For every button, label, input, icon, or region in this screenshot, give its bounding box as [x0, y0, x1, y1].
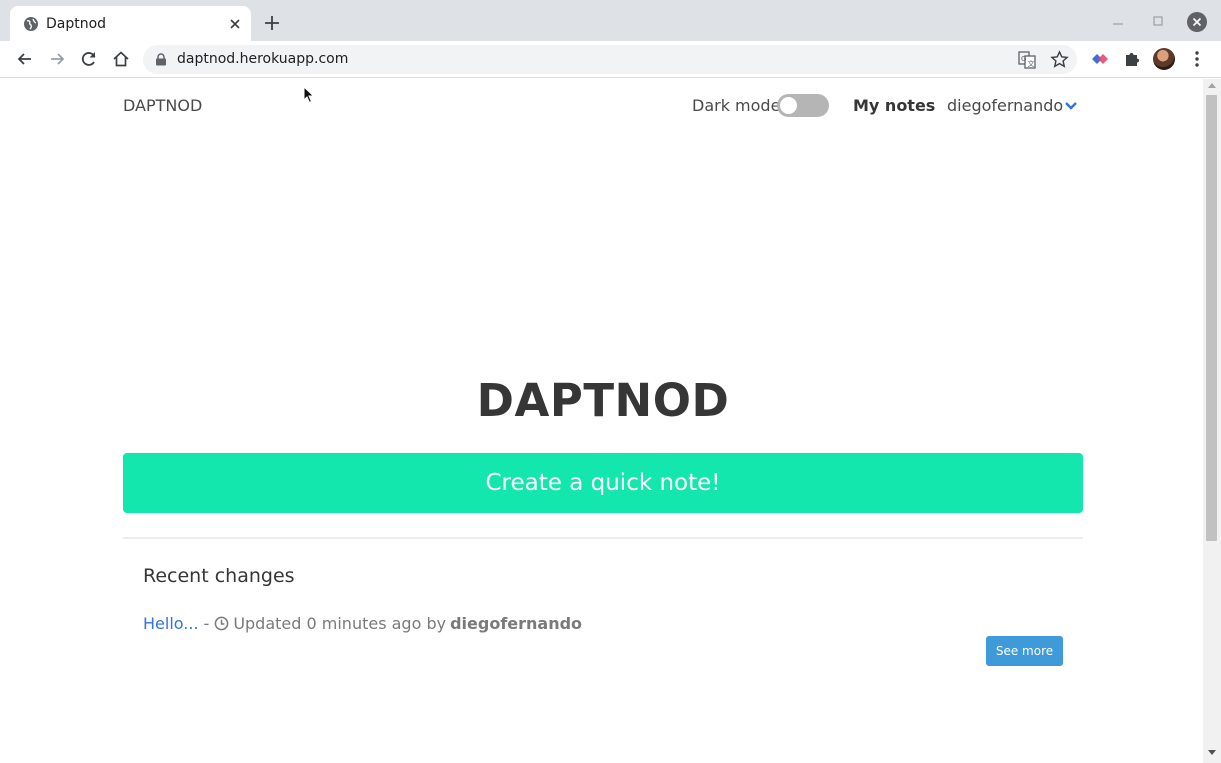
- reload-icon[interactable]: [79, 49, 99, 69]
- browser-tab[interactable]: Daptnod: [10, 6, 251, 41]
- svg-text:文: 文: [1028, 59, 1035, 68]
- browser-toolbar: daptnod.herokuapp.com G 文: [0, 41, 1221, 78]
- minimize-icon[interactable]: [1110, 13, 1126, 29]
- globe-icon: [24, 17, 38, 31]
- navbar-brand[interactable]: DAPTNOD: [123, 96, 202, 115]
- puzzle-icon[interactable]: [1122, 49, 1142, 69]
- scroll-thumb[interactable]: [1206, 95, 1217, 541]
- user-menu[interactable]: diegofernando: [947, 96, 1063, 115]
- menu-icon[interactable]: [1187, 49, 1207, 69]
- close-icon[interactable]: [227, 16, 243, 32]
- mouse-cursor-icon: [303, 86, 315, 104]
- divider: [123, 537, 1083, 539]
- list-item: Hello... - Updated 0 minutes ago by dieg…: [143, 614, 582, 633]
- svg-text:G: G: [1021, 55, 1026, 63]
- plus-icon[interactable]: [263, 14, 281, 32]
- extension-icon[interactable]: [1090, 50, 1110, 70]
- update-text: Updated 0 minutes ago by: [233, 614, 447, 633]
- forward-icon[interactable]: [47, 49, 67, 69]
- my-notes-link[interactable]: My notes: [853, 96, 935, 115]
- scrollbar[interactable]: [1203, 79, 1221, 763]
- lock-icon[interactable]: [155, 53, 167, 66]
- dark-mode-label: Dark mode: [692, 96, 781, 115]
- toggle-knob: [780, 97, 797, 114]
- star-icon[interactable]: [1050, 50, 1069, 69]
- avatar[interactable]: [1153, 48, 1175, 70]
- back-icon[interactable]: [15, 49, 35, 69]
- tab-title: Daptnod: [46, 16, 107, 32]
- dark-mode-toggle[interactable]: [777, 94, 829, 117]
- recent-changes-title: Recent changes: [143, 565, 295, 587]
- scroll-down-arrow[interactable]: [1208, 750, 1216, 755]
- clock-icon: [214, 616, 229, 631]
- note-link[interactable]: Hello...: [143, 614, 199, 633]
- create-quick-note-button[interactable]: Create a quick note!: [123, 453, 1083, 513]
- maximize-icon[interactable]: [1150, 13, 1166, 29]
- chevron-down-icon[interactable]: [1064, 100, 1078, 112]
- page-title: DAPTNOD: [476, 374, 730, 427]
- separator: -: [203, 614, 210, 633]
- window-close-icon[interactable]: [1187, 12, 1207, 32]
- scroll-up-arrow[interactable]: [1208, 83, 1216, 88]
- home-icon[interactable]: [111, 49, 131, 69]
- address-bar[interactable]: daptnod.herokuapp.com G 文: [143, 45, 1077, 74]
- author-name: diegofernando: [450, 614, 583, 633]
- tab-strip: Daptnod: [0, 0, 1221, 41]
- translate-icon[interactable]: G 文: [1018, 51, 1036, 69]
- url-text[interactable]: daptnod.herokuapp.com: [177, 51, 348, 67]
- see-more-button[interactable]: See more: [986, 636, 1063, 666]
